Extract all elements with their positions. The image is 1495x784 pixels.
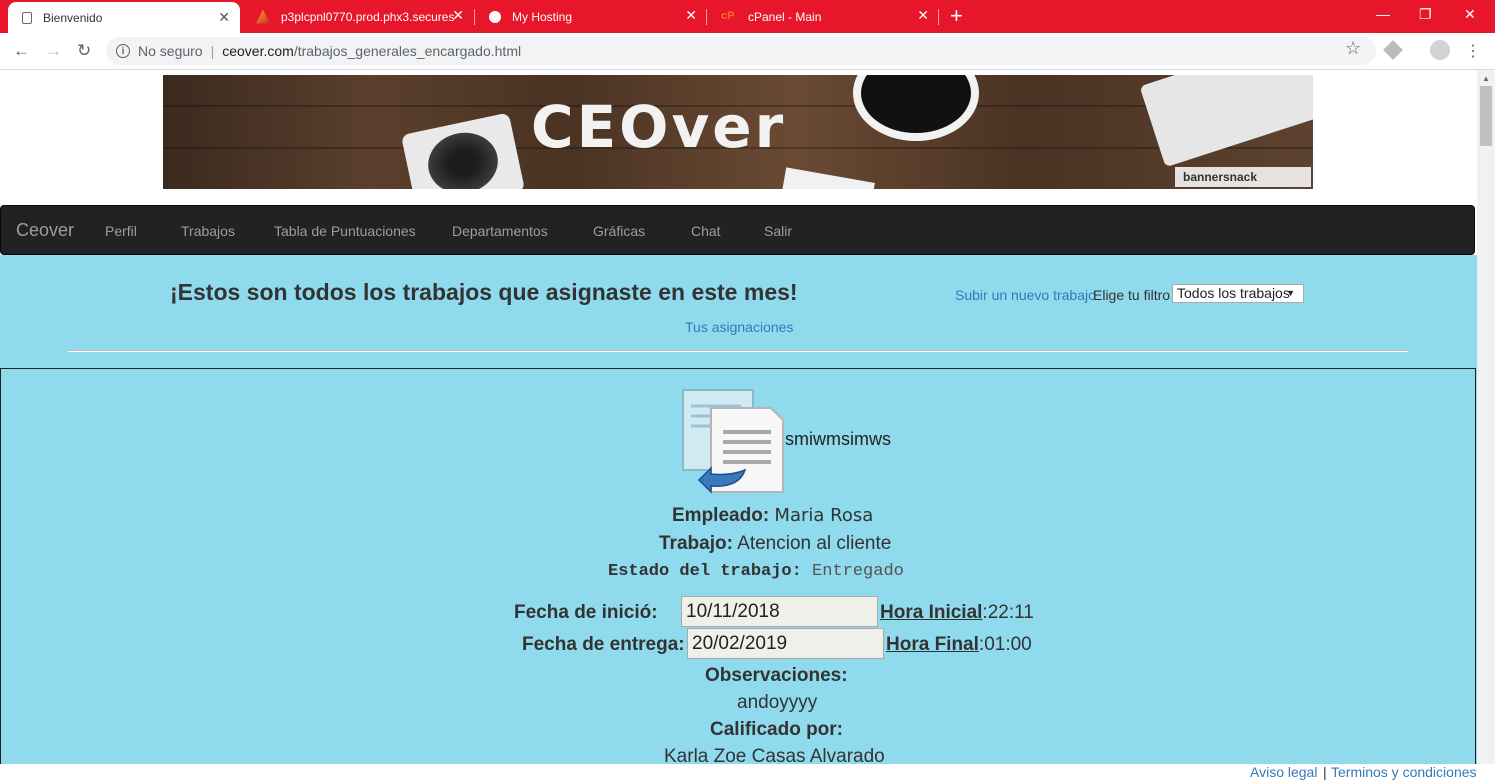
- browser-tab-strip: Bienvenido ✕ p3plcpnl0770.prod.phx3.secu…: [0, 0, 1495, 33]
- cpanel-icon: cP: [721, 9, 735, 22]
- status-row: Estado del trabajo: Entregado: [608, 562, 904, 581]
- menu-icon[interactable]: ⋮: [1465, 41, 1481, 61]
- employee-row: Empleado: Maria Rosa: [672, 505, 874, 526]
- employee-label: Empleado: [672, 505, 763, 526]
- url-separator: |: [210, 43, 215, 59]
- upload-job-link[interactable]: Subir un nuevo trabajo: [955, 287, 1096, 303]
- address-bar[interactable]: i No seguro | ceover.com /trabajos_gener…: [106, 37, 1376, 65]
- navbar-brand[interactable]: Ceover: [16, 220, 74, 241]
- tab-title: My Hosting: [512, 9, 573, 24]
- end-time-label[interactable]: Hora Final: [886, 634, 979, 655]
- start-time-value: 22:11: [987, 602, 1034, 623]
- close-window-icon[interactable]: ✕: [1464, 6, 1476, 23]
- end-time-row: Hora Final:01:00: [886, 634, 1032, 655]
- restore-icon[interactable]: ❐: [1419, 6, 1432, 23]
- tab-title: p3plcpnl0770.prod.phx3.secures: [281, 9, 455, 24]
- coffee-cup-image: [853, 75, 979, 141]
- start-date-label: Fecha de inició:: [514, 602, 658, 623]
- godaddy-icon: [489, 10, 501, 23]
- tab-cpanel[interactable]: cP cPanel - Main ✕: [707, 0, 939, 33]
- page-footer: Aviso legal | Terminos y condiciones: [0, 764, 1495, 784]
- header-banner: CEOver bannersnack: [163, 75, 1313, 189]
- nav-item-salir[interactable]: Salir: [764, 223, 792, 239]
- forward-icon[interactable]: →: [45, 41, 62, 61]
- close-tab-icon[interactable]: ✕: [452, 8, 464, 22]
- paper-image: [781, 167, 875, 189]
- terms-link[interactable]: Terminos y condiciones: [1331, 764, 1477, 780]
- nav-item-tabla-puntuaciones[interactable]: Tabla de Puntuaciones: [274, 223, 416, 239]
- page-scrollbar[interactable]: ▲: [1477, 70, 1495, 764]
- bookmark-star-icon[interactable]: ☆: [1345, 38, 1361, 59]
- nav-item-perfil[interactable]: Perfil: [105, 223, 137, 239]
- status-label: Estado del trabajo: [608, 562, 792, 581]
- dropdown-arrow-icon: ▼: [1286, 288, 1295, 298]
- close-tab-icon[interactable]: ✕: [218, 10, 230, 24]
- page-icon: [22, 11, 32, 24]
- back-icon[interactable]: ←: [13, 41, 30, 61]
- filter-select[interactable]: Todos los trabajos ▼: [1172, 284, 1304, 303]
- scrollbar-thumb[interactable]: [1480, 86, 1492, 146]
- ceover-logo: CEOver: [531, 93, 787, 161]
- rated-by-value: Karla Zoe Casas Alvarado: [664, 746, 885, 764]
- start-date-field[interactable]: 10/11/2018: [681, 596, 878, 627]
- new-tab-icon[interactable]: +: [950, 4, 963, 28]
- scroll-up-icon[interactable]: ▲: [1482, 74, 1490, 83]
- due-date-field[interactable]: 20/02/2019: [687, 628, 884, 659]
- url-domain: ceover.com: [222, 43, 294, 59]
- end-time-value: 01:00: [984, 634, 1032, 655]
- file-name: smiwmsimws: [785, 429, 891, 449]
- due-date-label: Fecha de entrega:: [522, 634, 685, 655]
- start-time-row: Hora Inicial:22:11: [880, 602, 1034, 623]
- close-tab-icon[interactable]: ✕: [685, 8, 697, 22]
- observations-label: Observaciones:: [705, 665, 848, 686]
- legal-link[interactable]: Aviso legal: [1250, 764, 1317, 780]
- footer-separator: |: [1323, 764, 1327, 780]
- nav-item-trabajos[interactable]: Trabajos: [181, 223, 235, 239]
- tab-p3plcpnl[interactable]: p3plcpnl0770.prod.phx3.secures ✕: [242, 0, 474, 33]
- close-tab-icon[interactable]: ✕: [917, 8, 929, 22]
- nav-item-graficas[interactable]: Gráficas: [593, 223, 645, 239]
- server-icon: [256, 9, 270, 24]
- nav-item-chat[interactable]: Chat: [691, 223, 721, 239]
- profile-avatar-icon[interactable]: [1430, 40, 1450, 60]
- start-time-label[interactable]: Hora Inicial: [880, 602, 982, 623]
- minimize-icon[interactable]: —: [1376, 6, 1390, 22]
- observations-value: andoyyyy: [737, 692, 818, 713]
- info-icon[interactable]: i: [116, 44, 130, 58]
- nav-item-departamentos[interactable]: Departamentos: [452, 223, 548, 239]
- divider: [68, 350, 1408, 352]
- status-value: Entregado: [812, 562, 904, 581]
- security-label: No seguro: [138, 43, 203, 59]
- bannersnack-badge: bannersnack: [1175, 167, 1311, 187]
- filter-label: Elige tu filtro: [1093, 287, 1171, 303]
- laptop-image: [1139, 75, 1313, 168]
- tab-separator: [938, 9, 939, 25]
- document-icon[interactable]: [681, 388, 785, 494]
- job-value: Atencion al cliente: [737, 533, 892, 554]
- tab-bienvenido[interactable]: Bienvenido ✕: [8, 2, 240, 33]
- employee-value: Maria Rosa: [774, 505, 874, 526]
- tab-title: cPanel - Main: [748, 9, 822, 24]
- tab-my-hosting[interactable]: My Hosting ✕: [475, 0, 707, 33]
- job-row: Trabajo: Atencion al cliente: [659, 533, 892, 554]
- url-path: /trabajos_generales_encargado.html: [293, 43, 522, 59]
- job-label: Trabajo: [659, 533, 727, 554]
- job-card: smiwmsimws Empleado: Maria Rosa Trabajo:…: [0, 368, 1476, 764]
- filter-value: Todos los trabajos: [1177, 285, 1290, 301]
- page-viewport: CEOver bannersnack Ceover Perfil Trabajo…: [0, 70, 1477, 764]
- reload-icon[interactable]: ↻: [77, 41, 91, 61]
- tab-title: Bienvenido: [43, 10, 103, 25]
- rated-by-label: Calificado por:: [710, 719, 844, 740]
- main-content: ¡Estos son todos los trabajos que asigna…: [0, 255, 1477, 764]
- extension-icon[interactable]: [1383, 40, 1403, 60]
- main-navbar: Ceover Perfil Trabajos Tabla de Puntuaci…: [0, 205, 1475, 255]
- assignments-link[interactable]: Tus asignaciones: [685, 319, 793, 335]
- page-title: ¡Estos son todos los trabajos que asigna…: [170, 279, 798, 305]
- plant-image: [400, 112, 526, 189]
- browser-toolbar: ← → ↻ i No seguro | ceover.com /trabajos…: [0, 33, 1495, 70]
